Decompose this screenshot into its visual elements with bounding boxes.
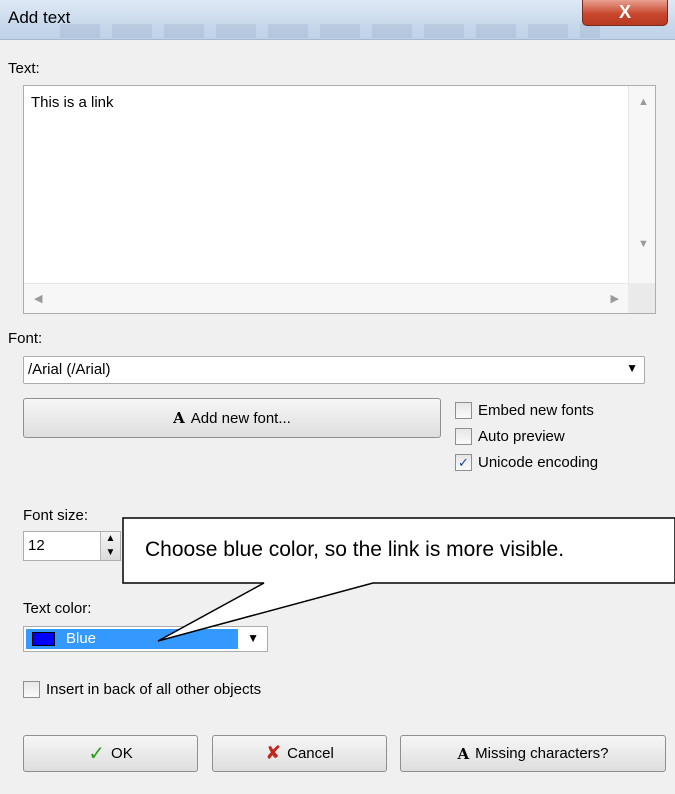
font-select-value: /Arial (/Arial) — [28, 361, 111, 378]
text-color-value: Blue — [66, 630, 97, 647]
checkbox-box[interactable]: ✓ — [455, 454, 472, 471]
scroll-left-icon[interactable]: ◀ — [34, 292, 42, 305]
callout-text: Choose blue color, so the link is more v… — [145, 538, 565, 561]
auto-preview-checkbox[interactable]: Auto preview — [455, 428, 565, 445]
text-input-value: This is a link — [31, 94, 114, 111]
ok-button[interactable]: ✓ OK — [23, 735, 198, 772]
close-icon: X — [618, 2, 631, 22]
font-label: Font: — [8, 330, 43, 347]
vertical-scrollbar[interactable]: ▲ ▼ — [628, 86, 655, 284]
embed-fonts-label: Embed new fonts — [478, 402, 594, 419]
text-input-area[interactable]: This is a link ▲ ▼ ◀ ▶ — [23, 85, 656, 314]
cancel-x-icon: ✘ — [265, 743, 282, 764]
text-color-label: Text color: — [23, 600, 92, 617]
font-size-spinner[interactable]: 12 ▲ ▼ — [23, 531, 121, 561]
checkbox-box[interactable] — [455, 402, 472, 419]
missing-characters-button[interactable]: A Missing characters? — [400, 735, 666, 772]
title-bar: Add text X — [0, 0, 675, 40]
chevron-down-icon: ▼ — [626, 361, 638, 375]
cancel-button[interactable]: ✘ Cancel — [212, 735, 387, 772]
window-title: Add text — [8, 8, 71, 27]
unicode-encoding-label: Unicode encoding — [478, 454, 599, 471]
check-icon: ✓ — [88, 743, 106, 765]
color-swatch — [32, 632, 55, 646]
scroll-right-icon[interactable]: ▶ — [611, 292, 619, 305]
checkbox-box[interactable] — [455, 428, 472, 445]
add-new-font-button[interactable]: A Add new font... — [23, 398, 441, 438]
font-icon: A — [173, 409, 185, 427]
spinner-arrows-icon[interactable]: ▲ ▼ — [100, 532, 120, 560]
text-color-select[interactable]: Blue ▼ — [23, 626, 268, 652]
horizontal-scrollbar[interactable]: ◀ ▶ — [24, 283, 629, 313]
font-size-label: Font size: — [23, 507, 89, 524]
close-button[interactable]: X — [582, 0, 668, 26]
missing-characters-label: Missing characters? — [475, 745, 609, 762]
insert-back-checkbox[interactable]: Insert in back of all other objects — [23, 681, 261, 698]
cancel-label: Cancel — [287, 745, 334, 762]
font-select[interactable]: /Arial (/Arial) ▼ — [23, 356, 645, 384]
insert-back-label: Insert in back of all other objects — [46, 681, 262, 698]
font-size-value: 12 — [28, 537, 45, 554]
selected-highlight: Blue — [26, 629, 238, 649]
scroll-down-icon[interactable]: ▼ — [638, 238, 649, 250]
ok-label: OK — [111, 745, 133, 762]
scrollbar-corner — [628, 283, 655, 313]
check-icon: ✓ — [458, 454, 469, 470]
font-icon: A — [457, 744, 470, 763]
add-new-font-label: Add new font... — [190, 409, 291, 427]
text-label: Text: — [8, 60, 40, 77]
chevron-down-icon: ▼ — [247, 631, 259, 645]
background-toolbar-ghost — [60, 24, 600, 38]
unicode-encoding-checkbox[interactable]: ✓ Unicode encoding — [455, 454, 598, 471]
scroll-up-icon[interactable]: ▲ — [638, 96, 649, 108]
auto-preview-label: Auto preview — [478, 428, 565, 445]
checkbox-box[interactable] — [23, 681, 40, 698]
embed-fonts-checkbox[interactable]: Embed new fonts — [455, 402, 594, 419]
